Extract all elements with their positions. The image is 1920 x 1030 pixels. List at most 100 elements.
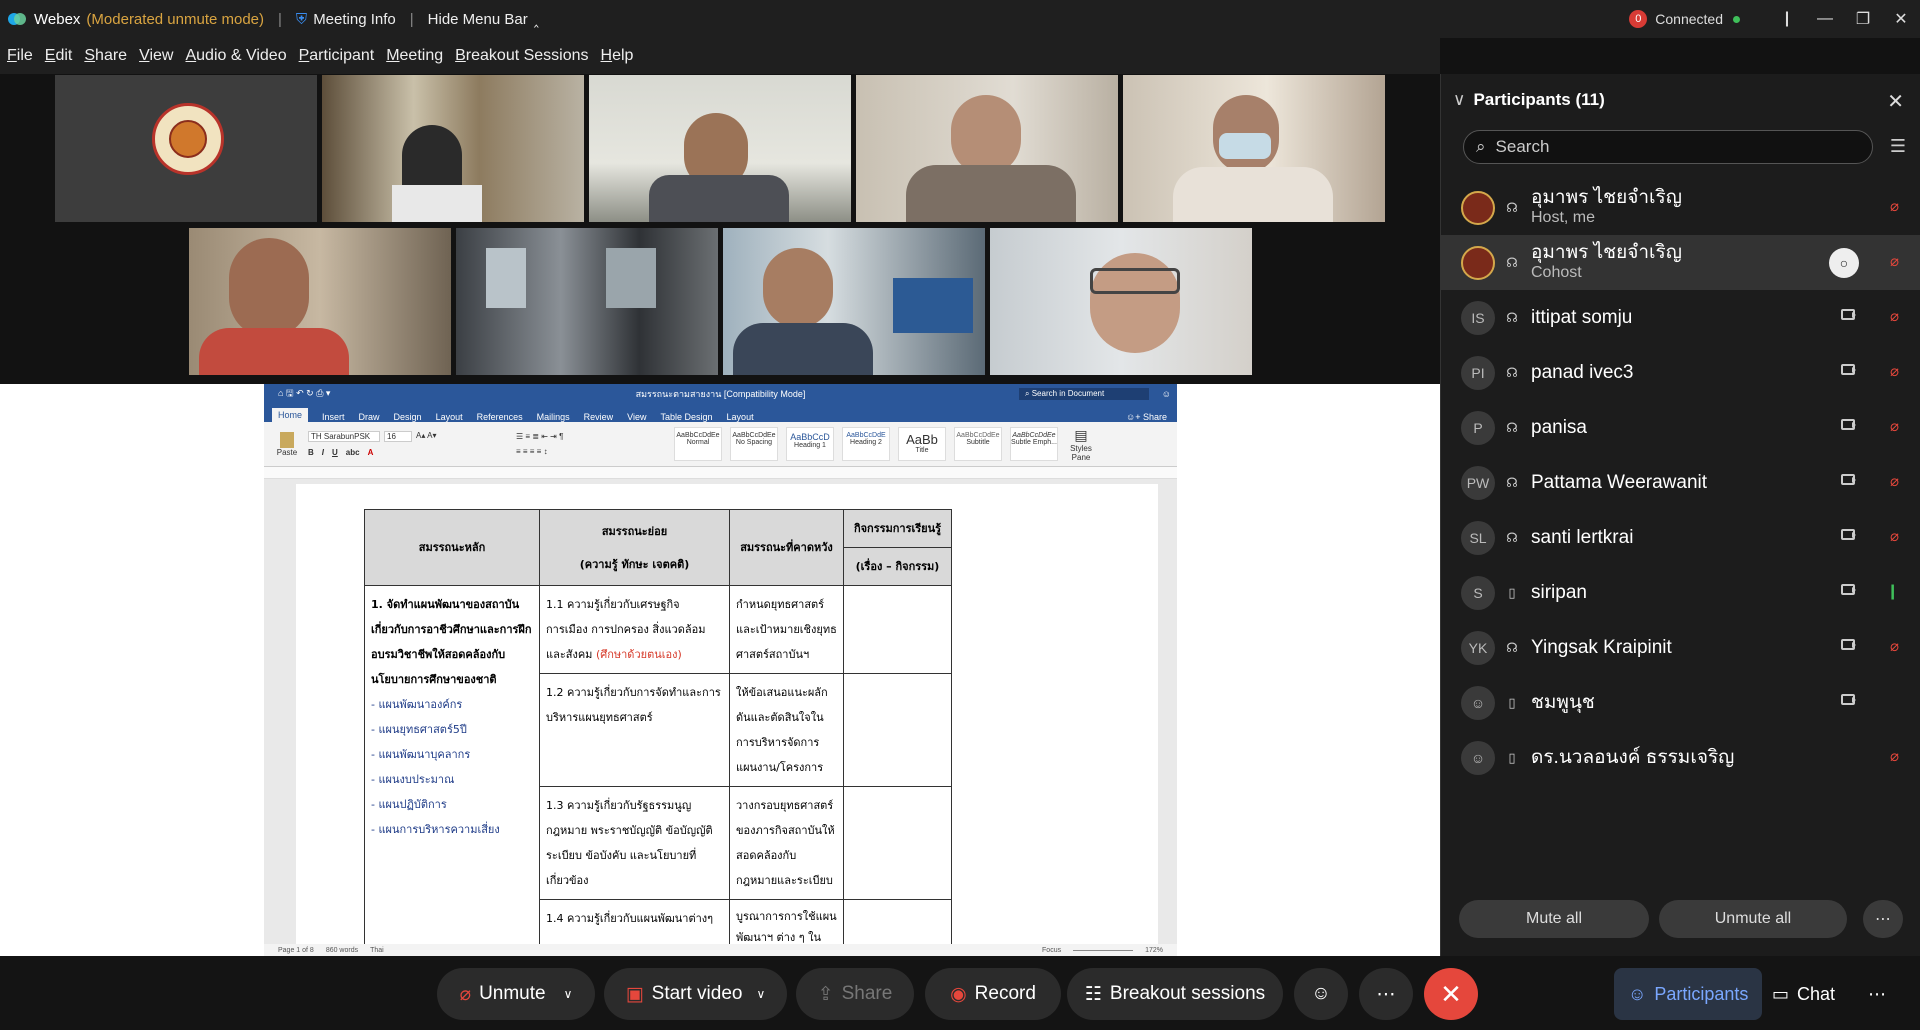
style-heading2[interactable]: AaBbCcDdE Heading 2 — [842, 427, 890, 461]
word-tab-layout[interactable]: Layout — [436, 412, 463, 422]
camera-icon[interactable] — [1841, 419, 1856, 430]
underline-icon[interactable]: U — [332, 448, 338, 457]
mic-muted-icon[interactable]: ⌀ — [1890, 252, 1899, 270]
paste-button[interactable]: Paste — [274, 431, 300, 457]
more-options-icon[interactable]: ⋯ — [1863, 900, 1903, 938]
connection-badge[interactable]: 0 — [1629, 10, 1648, 28]
word-tab-view[interactable]: View — [627, 412, 646, 422]
styles-pane-button[interactable]: ▤ Styles Pane — [1066, 427, 1096, 462]
video-tile-participant[interactable] — [1123, 75, 1385, 222]
word-tab-home[interactable]: Home — [272, 408, 309, 422]
menu-help[interactable]: Help — [601, 47, 634, 65]
restore-icon[interactable]: ❐ — [1844, 9, 1882, 29]
word-tab-review[interactable]: Review — [584, 412, 614, 422]
camera-icon[interactable] — [1841, 694, 1856, 705]
participant-row[interactable]: ☺ ▯ ชมพูนุช — [1441, 675, 1920, 730]
ruler[interactable] — [264, 467, 1177, 479]
chat-toggle-button[interactable]: ▭ Chat — [1772, 968, 1835, 1020]
close-icon[interactable]: ✕ — [1887, 89, 1904, 114]
word-tab-references[interactable]: References — [477, 412, 523, 422]
word-tab-draw[interactable]: Draw — [359, 412, 380, 422]
mic-muted-icon[interactable]: ⌀ — [1890, 362, 1899, 380]
leave-meeting-button[interactable]: ✕ — [1424, 968, 1478, 1020]
style-normal[interactable]: AaBbCcDdEe Normal — [674, 427, 722, 461]
account-icon[interactable]: ☺ — [1162, 389, 1171, 399]
word-tab-table-layout[interactable]: Layout — [727, 412, 754, 422]
chat-bubble-icon[interactable]: ○ — [1829, 248, 1859, 278]
camera-icon[interactable] — [1841, 639, 1856, 650]
menu-share[interactable]: Share — [84, 47, 127, 65]
participant-row[interactable]: P ☊ panisa ⌀ — [1441, 400, 1920, 455]
video-tile-participant[interactable] — [723, 228, 985, 375]
participant-row[interactable]: S ▯ siripan ❙ — [1441, 565, 1920, 620]
style-subtitle[interactable]: AaBbCcDdEe Subtitle — [954, 427, 1002, 461]
camera-icon[interactable] — [1841, 529, 1856, 540]
minimize-icon[interactable]: — — [1806, 10, 1844, 28]
zoom-slider[interactable] — [1073, 949, 1134, 951]
sort-list-icon[interactable]: ☰ — [1890, 136, 1906, 157]
mic-muted-icon[interactable]: ⌀ — [1890, 527, 1899, 545]
focus-button[interactable]: Focus — [1042, 947, 1061, 954]
camera-icon[interactable] — [1841, 474, 1856, 485]
hide-menu-bar-button[interactable]: Hide Menu Bar ‸ — [428, 10, 539, 29]
video-tile-participant[interactable] — [189, 228, 451, 375]
mic-muted-icon[interactable]: ⌀ — [1890, 747, 1899, 765]
word-tab-insert[interactable]: Insert — [322, 412, 345, 422]
participant-row[interactable]: ☺ ▯ ดร.นวลอนงค์ ธรรมเจริญ ⌀ — [1441, 730, 1920, 785]
word-tab-table-design[interactable]: Table Design — [661, 412, 713, 422]
participant-row[interactable]: IS ☊ ittipat somju ⌀ — [1441, 290, 1920, 345]
close-window-icon[interactable]: ✕ — [1882, 9, 1920, 29]
participant-row[interactable]: YK ☊ Yingsak Kraipinit ⌀ — [1441, 620, 1920, 675]
participant-search-input[interactable]: ⌕ Search — [1463, 130, 1873, 164]
style-no-spacing[interactable]: AaBbCcDdEe No Spacing — [730, 427, 778, 461]
camera-icon[interactable] — [1841, 309, 1856, 320]
font-grow-icon[interactable]: A▴ A▾ — [416, 431, 436, 442]
start-video-button[interactable]: ▣ Start video ∨ — [604, 968, 787, 1020]
more-panels-button[interactable]: ⋯ — [1868, 968, 1886, 1020]
camera-icon[interactable] — [1841, 364, 1856, 375]
menu-file[interactable]: File — [7, 47, 33, 65]
mic-muted-icon[interactable]: ⌀ — [1890, 472, 1899, 490]
chevron-down-icon[interactable]: ∨ — [756, 987, 765, 1001]
participants-toggle-button[interactable]: ☺ Participants — [1614, 968, 1763, 1020]
mic-active-icon[interactable]: ❙ — [1886, 582, 1899, 600]
bold-icon[interactable]: B — [308, 448, 314, 457]
font-name-field[interactable]: TH SarabunPSK — [308, 431, 380, 442]
zoom-level[interactable]: 172% — [1145, 947, 1163, 954]
breakout-sessions-button[interactable]: ☷ Breakout sessions — [1067, 968, 1283, 1020]
menu-view[interactable]: View — [139, 47, 173, 65]
camera-icon[interactable] — [1841, 584, 1856, 595]
font-color-icon[interactable]: A — [368, 448, 374, 457]
menu-participant[interactable]: Participant — [299, 47, 375, 65]
video-tile-participant[interactable] — [589, 75, 851, 222]
unmute-button[interactable]: ⌀ Unmute ∨ — [437, 968, 595, 1020]
video-tile-participant[interactable] — [990, 228, 1252, 375]
chevron-down-icon[interactable]: ∨ — [1453, 90, 1465, 110]
document-page[interactable]: สมรรถนะหลัก สมรรถนะย่อย (ความรู้ ทักษะ เ… — [296, 484, 1158, 976]
share-button[interactable]: ⇪ Share — [796, 968, 914, 1020]
word-tab-design[interactable]: Design — [394, 412, 422, 422]
list-icons[interactable]: ☰ ≡ ≣ ⇤ ⇥ ¶ — [516, 432, 666, 441]
mic-muted-icon[interactable]: ⌀ — [1890, 417, 1899, 435]
video-tile-logo[interactable] — [55, 75, 317, 222]
menu-edit[interactable]: Edit — [45, 47, 73, 65]
reactions-button[interactable]: ☺ — [1294, 968, 1348, 1020]
menu-meeting[interactable]: Meeting — [386, 47, 443, 65]
style-title[interactable]: AaBb Title — [898, 427, 946, 461]
mic-muted-icon[interactable]: ⌀ — [1890, 307, 1899, 325]
italic-icon[interactable]: I — [322, 448, 324, 457]
word-tab-mailings[interactable]: Mailings — [537, 412, 570, 422]
strikethrough-icon[interactable]: abc — [346, 448, 360, 457]
menu-audio-video[interactable]: Audio & Video — [185, 47, 286, 65]
mic-muted-icon[interactable]: ⌀ — [1890, 197, 1899, 215]
meeting-info-button[interactable]: ⛨ Meeting Info — [296, 11, 396, 28]
participant-row[interactable]: ☊ อุมาพร ไชยจำเริญ Host, me ⌀ — [1441, 180, 1920, 235]
align-icons[interactable]: ≡ ≡ ≡ ≡ ↕ — [516, 447, 666, 456]
style-subtle-emphasis[interactable]: AaBbCcDdEe Subtle Emph... — [1010, 427, 1058, 461]
video-tile-participant[interactable] — [856, 75, 1118, 222]
mute-all-button[interactable]: Mute all — [1459, 900, 1649, 938]
more-options-button[interactable]: ⋯ — [1359, 968, 1413, 1020]
word-search-input[interactable]: ⌕ Search in Document — [1019, 388, 1149, 400]
menu-breakout-sessions[interactable]: Breakout Sessions — [455, 47, 588, 65]
video-tile-participant[interactable] — [322, 75, 584, 222]
